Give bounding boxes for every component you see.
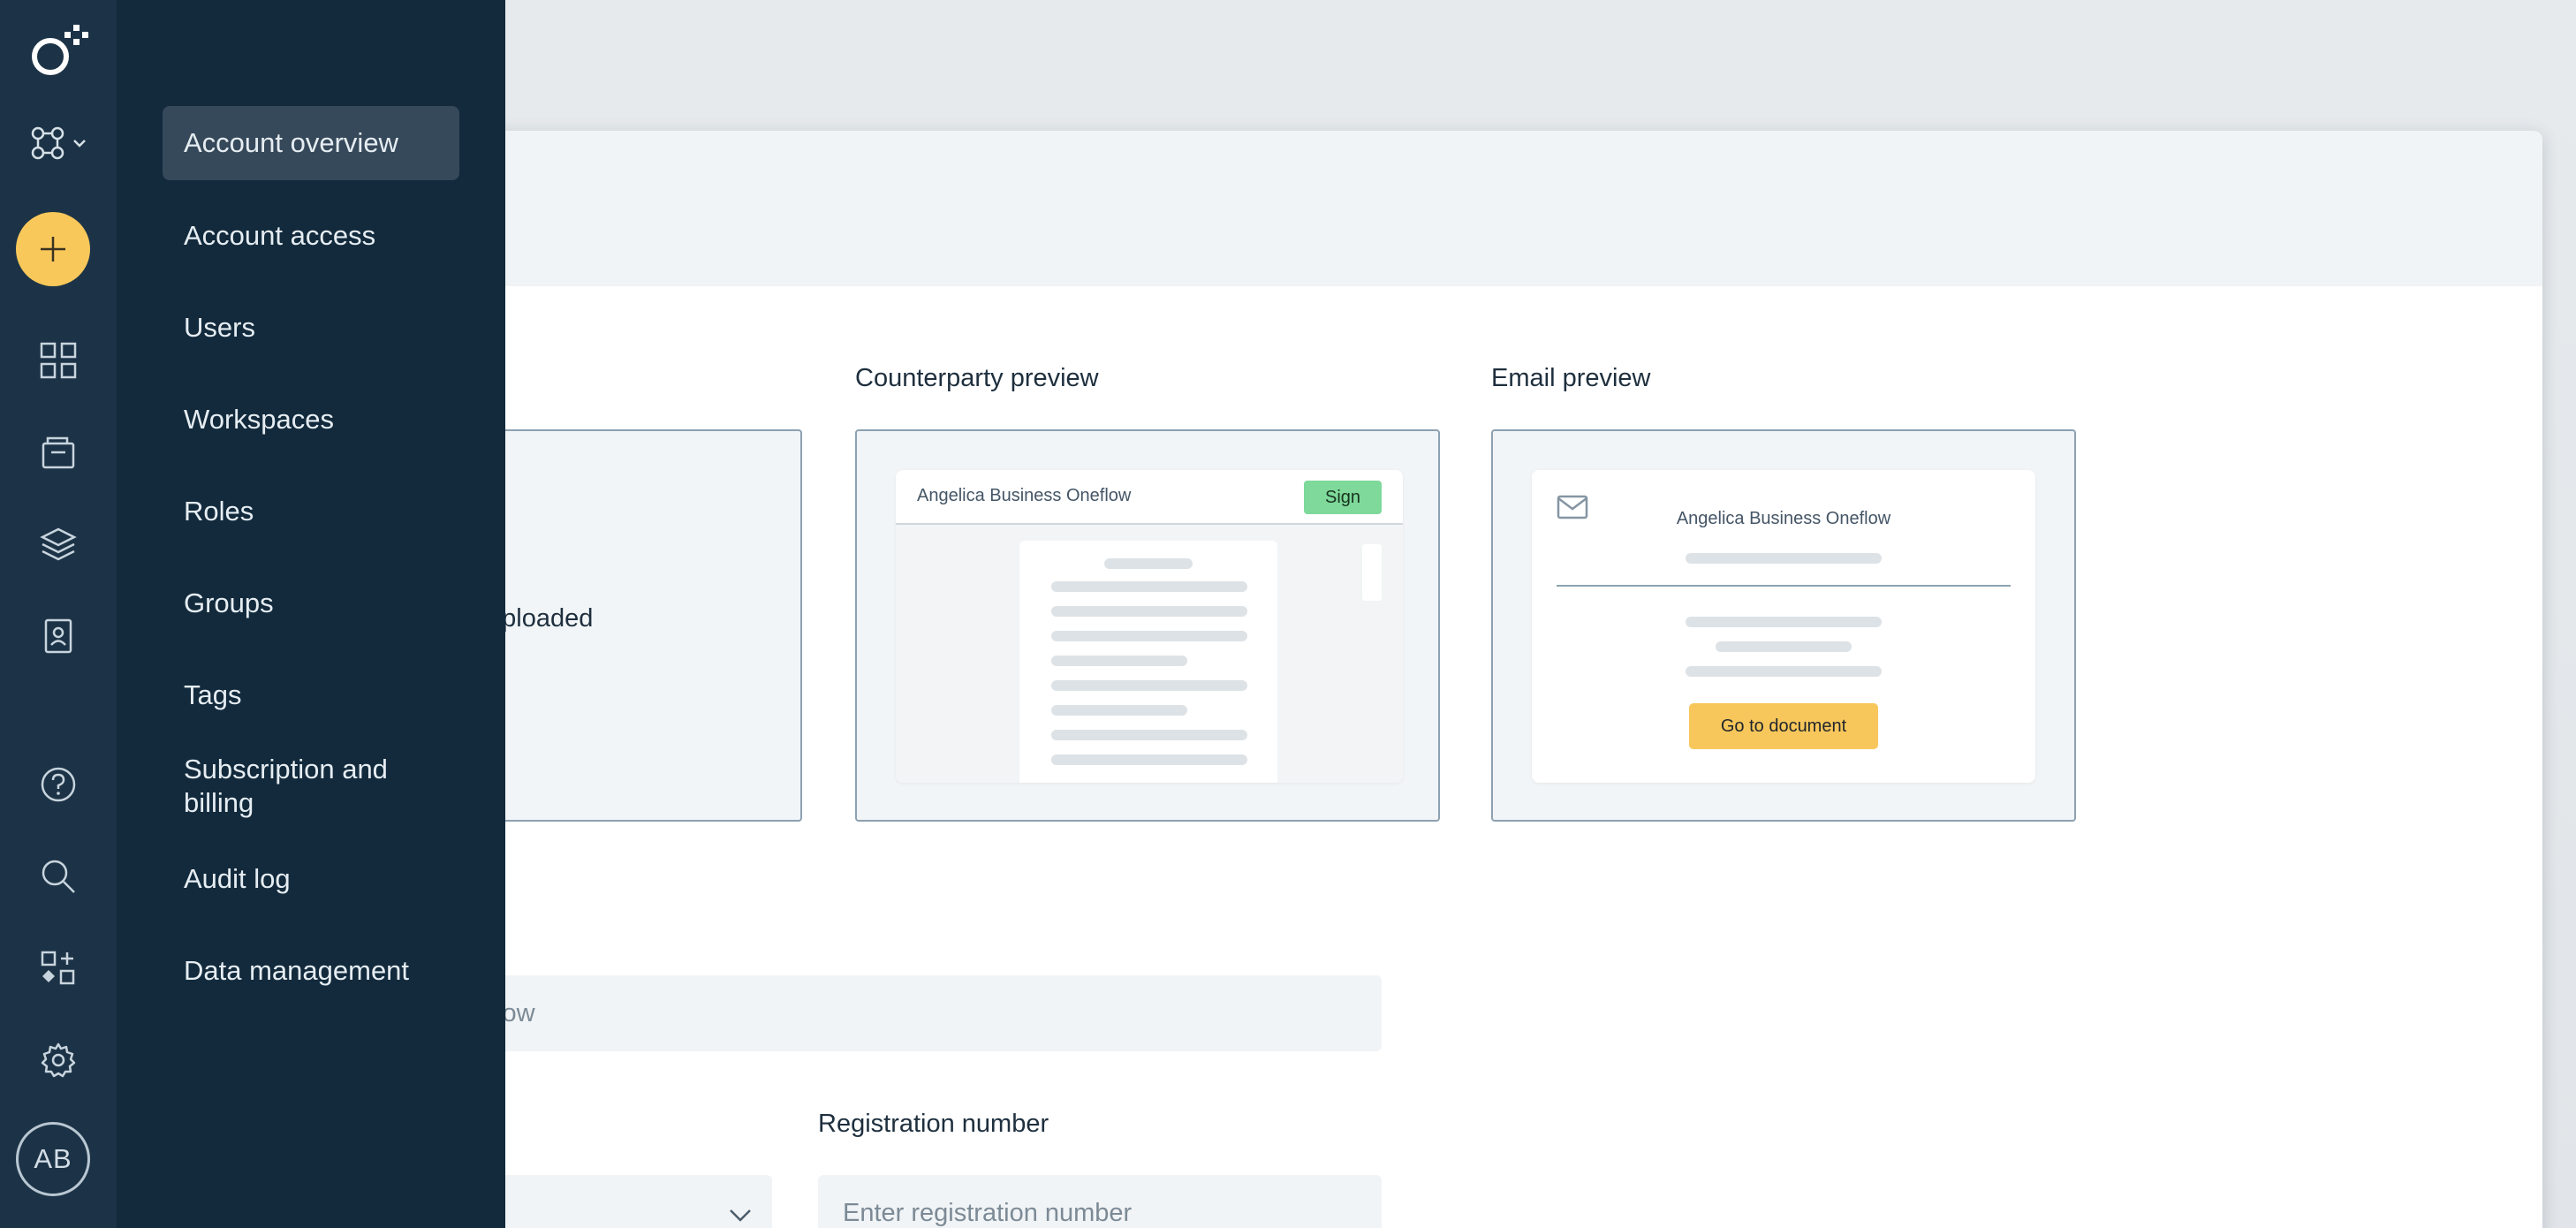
nav-item-subscription-and-billing[interactable]: Subscription and billing [163, 753, 428, 820]
nav-item-tags[interactable]: Tags [163, 678, 459, 712]
nav-item-label: Groups [184, 587, 274, 618]
card-header [424, 131, 2542, 286]
documents-icon[interactable] [0, 431, 117, 474]
nav-item-label: Audit log [184, 863, 291, 894]
address-book-icon[interactable] [0, 615, 117, 657]
dashboard-icon[interactable] [0, 339, 117, 382]
counterparty-preview-box[interactable]: Angelica Business Oneflow Sign [855, 429, 1440, 822]
nav-item-label: Subscription and billing [184, 754, 388, 818]
nav-item-data-management[interactable]: Data management [163, 954, 459, 988]
document-page [1019, 541, 1277, 783]
counterparty-brand: Angelica Business Oneflow [917, 486, 1132, 505]
chevron-down-icon [72, 139, 87, 148]
nav-item-account-access[interactable]: Account access [163, 219, 459, 253]
nav-item-users[interactable]: Users [163, 311, 459, 345]
registration-number-placeholder: Enter registration number [843, 1198, 1133, 1227]
counterparty-preview-title: Counterparty preview [855, 364, 1099, 392]
email-preview-window: Angelica Business Oneflow Go to document [1532, 470, 2035, 783]
nav-item-label: Account overview [184, 127, 398, 158]
name-field[interactable]: flow [424, 975, 1382, 1051]
email-brand: Angelica Business Oneflow [1676, 509, 1891, 528]
app-window: uploaded Counterparty preview Angelica B… [0, 0, 2576, 1228]
scroll-indicator [1362, 544, 1382, 601]
email-preview-box[interactable]: Angelica Business Oneflow Go to document [1491, 429, 2076, 822]
workspaces-icon [30, 125, 65, 161]
nav-item-groups[interactable]: Groups [163, 587, 459, 620]
templates-icon[interactable] [0, 523, 117, 565]
counterparty-preview-window: Angelica Business Oneflow Sign [896, 470, 1403, 783]
go-to-document-button: Go to document [1689, 703, 1878, 749]
plus-icon [38, 234, 68, 264]
nav-item-roles[interactable]: Roles [163, 495, 459, 528]
nav-item-label: Data management [184, 955, 410, 986]
email-divider [1557, 585, 2011, 587]
help-icon[interactable] [0, 763, 117, 806]
nav-item-label: Tags [184, 679, 242, 710]
registration-number-label: Registration number [818, 1110, 1049, 1138]
create-button[interactable] [16, 212, 90, 286]
sign-button: Sign [1304, 481, 1382, 514]
nav-item-label: Account access [184, 220, 376, 251]
nav-item-audit-log[interactable]: Audit log [163, 862, 459, 896]
icon-rail: AB [0, 0, 117, 1228]
logo-icon[interactable] [0, 19, 117, 81]
registration-number-input[interactable]: Enter registration number [818, 1175, 1382, 1228]
main-card: uploaded Counterparty preview Angelica B… [424, 131, 2542, 1228]
settings-icon[interactable] [0, 1039, 117, 1081]
nav-item-label: Workspaces [184, 404, 334, 435]
chevron-down-icon [728, 1201, 753, 1228]
email-preview-title: Email preview [1491, 364, 1651, 392]
counterparty-preview-topbar: Angelica Business Oneflow Sign [896, 470, 1403, 525]
search-icon[interactable] [0, 855, 117, 898]
avatar[interactable]: AB [16, 1122, 90, 1196]
account-settings-menu: Account overview Account access Users Wo… [117, 0, 505, 1228]
nav-item-account-overview[interactable]: Account overview [163, 106, 459, 180]
nav-item-workspaces[interactable]: Workspaces [163, 403, 459, 436]
nav-item-label: Roles [184, 496, 254, 527]
nav-item-label: Users [184, 312, 255, 343]
marketplace-icon[interactable] [0, 947, 117, 989]
workspace-switcher[interactable] [0, 122, 117, 164]
